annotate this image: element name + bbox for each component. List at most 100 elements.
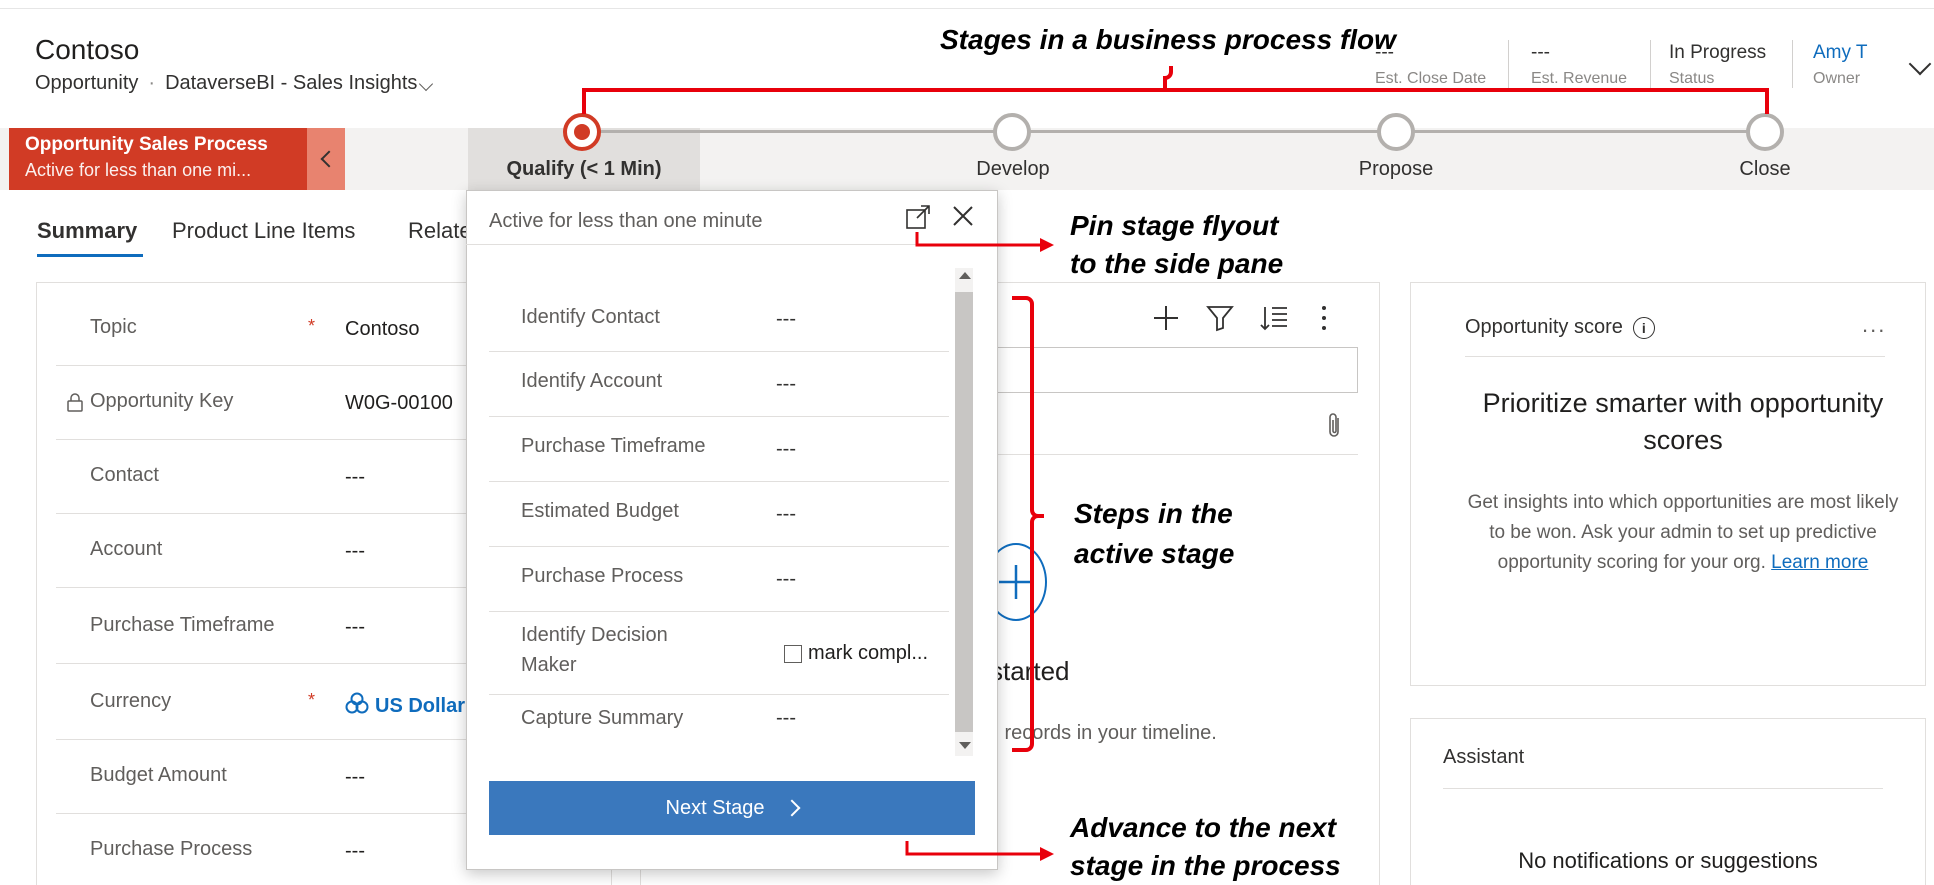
next-stage-label: Next Stage xyxy=(665,796,765,819)
scroll-up-arrow-icon[interactable] xyxy=(959,272,971,279)
checkbox-box[interactable] xyxy=(784,644,802,663)
stage-node-propose[interactable] xyxy=(1377,113,1415,151)
step-label: Identify Account xyxy=(521,370,663,392)
annotation-steps-line2: active stage xyxy=(1074,538,1235,569)
chevron-left-icon xyxy=(320,150,338,168)
step-value[interactable]: --- xyxy=(776,373,796,396)
field-value[interactable]: --- xyxy=(345,840,365,863)
stage-node-develop[interactable] xyxy=(993,113,1031,151)
step-capture-summary[interactable]: Capture Summary --- xyxy=(489,695,949,753)
record-title: Contoso xyxy=(35,34,140,65)
form-selector[interactable]: DataverseBI - Sales Insights xyxy=(165,72,434,95)
process-name: Opportunity Sales Process xyxy=(25,134,268,155)
step-identify-account[interactable]: Identify Account --- xyxy=(489,352,949,417)
tab-summary[interactable]: Summary xyxy=(37,218,137,244)
currency-icon xyxy=(345,692,369,714)
stages-bracket xyxy=(582,88,1769,114)
stage-label-close[interactable]: Close xyxy=(1739,158,1790,181)
field-value: W0G-00100 xyxy=(345,392,453,414)
scrollbar-thumb[interactable] xyxy=(955,292,973,732)
process-name-flag[interactable]: Opportunity Sales Process Active for les… xyxy=(9,128,307,190)
header-field-status: In Progress Status xyxy=(1669,42,1766,88)
step-label: Estimated Budget xyxy=(521,500,679,522)
step-value[interactable]: --- xyxy=(776,707,796,730)
checkbox-label: mark compl... xyxy=(808,642,929,664)
required-marker: * xyxy=(308,690,316,710)
status-value: In Progress xyxy=(1669,42,1767,63)
required-marker: * xyxy=(308,316,316,336)
step-identify-decision-maker[interactable]: Identify Decision Maker mark compl... xyxy=(489,612,949,695)
stage-node-qualify[interactable] xyxy=(563,113,601,151)
step-label: Capture Summary xyxy=(521,707,684,729)
header-divider xyxy=(1792,40,1793,88)
stage-label-qualify[interactable]: Qualify (< 1 Min) xyxy=(506,158,661,181)
stage-label-propose[interactable]: Propose xyxy=(1359,158,1434,181)
step-value[interactable]: --- xyxy=(776,503,796,526)
step-label: Identify Decision Maker xyxy=(521,624,668,676)
collapse-process-button[interactable] xyxy=(307,128,345,190)
process-duration: Active for less than one mi... xyxy=(25,160,252,180)
field-label: Opportunity Key xyxy=(90,390,234,412)
timeline-search-input[interactable] xyxy=(960,347,1358,393)
info-icon[interactable]: i xyxy=(1632,316,1655,339)
field-value[interactable]: --- xyxy=(345,466,365,489)
filter-icon[interactable] xyxy=(1206,304,1234,332)
field-value[interactable]: --- xyxy=(345,616,365,639)
learn-more-link[interactable]: Learn more xyxy=(1771,552,1868,573)
assistant-title: Assistant xyxy=(1443,746,1525,768)
stage-node-close[interactable] xyxy=(1746,113,1784,151)
close-date-label: Est. Close Date xyxy=(1375,70,1487,87)
annotation-stages: Stages in a business process flow xyxy=(940,24,1396,55)
field-value[interactable]: --- xyxy=(345,540,365,563)
lock-icon xyxy=(67,393,83,412)
timeline-empty-title: started xyxy=(990,656,1070,686)
step-value[interactable]: --- xyxy=(776,308,796,331)
add-icon[interactable] xyxy=(1152,304,1180,332)
stage-label-develop[interactable]: Develop xyxy=(976,158,1049,181)
pin-to-side-pane-icon[interactable] xyxy=(905,204,931,230)
header-field-owner[interactable]: Amy T Owner xyxy=(1813,42,1868,88)
header-divider xyxy=(1650,40,1651,88)
attachment-icon[interactable] xyxy=(1325,412,1343,440)
mark-complete-checkbox[interactable]: mark compl... xyxy=(784,642,928,665)
owner-value[interactable]: Amy T xyxy=(1813,42,1868,64)
status-label: Status xyxy=(1669,70,1715,87)
timeline-divider xyxy=(960,454,1358,455)
step-purchase-process[interactable]: Purchase Process --- xyxy=(489,547,949,612)
step-label: Purchase Timeframe xyxy=(521,435,706,457)
opportunity-score-card xyxy=(1410,282,1926,686)
sort-icon[interactable] xyxy=(1260,304,1288,332)
close-icon[interactable] xyxy=(951,204,975,228)
tab-product-line-items[interactable]: Product Line Items xyxy=(172,218,355,244)
step-identify-contact[interactable]: Identify Contact --- xyxy=(489,286,949,352)
tab-related[interactable]: Relate xyxy=(408,218,472,244)
timeline-empty-desc: ll records in your timeline. xyxy=(990,722,1217,744)
step-value[interactable]: --- xyxy=(776,568,796,591)
chevron-right-icon xyxy=(783,799,801,817)
annotation-pin-line1: Pin stage flyout xyxy=(1070,210,1279,241)
score-title: Opportunity score xyxy=(1465,316,1623,338)
assistant-empty-message: No notifications or suggestions xyxy=(1518,848,1818,873)
next-stage-button[interactable]: Next Stage xyxy=(489,781,975,835)
field-value: US Dollar xyxy=(375,695,466,717)
field-label: Budget Amount xyxy=(90,764,227,786)
field-value[interactable]: Contoso xyxy=(345,318,420,341)
step-purchase-timeframe[interactable]: Purchase Timeframe --- xyxy=(489,417,949,482)
field-value[interactable]: --- xyxy=(345,766,365,789)
stages-bracket-tip xyxy=(1163,66,1173,90)
revenue-value: --- xyxy=(1531,42,1550,63)
more-options-icon[interactable] xyxy=(1318,304,1330,332)
scroll-down-arrow-icon[interactable] xyxy=(959,742,971,749)
expand-header-chevron-icon[interactable] xyxy=(1908,52,1932,76)
score-divider xyxy=(1465,356,1885,357)
flyout-divider xyxy=(466,244,998,245)
step-estimated-budget[interactable]: Estimated Budget --- xyxy=(489,482,949,547)
currency-lookup[interactable]: US Dollar xyxy=(345,692,465,718)
pin-arrow-head xyxy=(1040,238,1054,252)
more-options-icon[interactable]: ... xyxy=(1862,312,1886,338)
step-value[interactable]: --- xyxy=(776,438,796,461)
field-label: Contact xyxy=(90,464,159,486)
field-label: Account xyxy=(90,538,163,560)
annotation-advance-line1: Advance to the next xyxy=(1070,812,1337,843)
score-title-row: Opportunity score i xyxy=(1465,316,1655,339)
